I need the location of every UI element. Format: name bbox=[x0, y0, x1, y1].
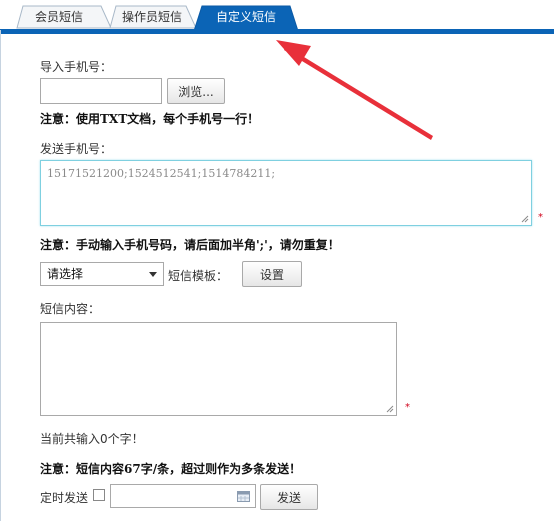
content-label: 短信内容： bbox=[40, 302, 101, 316]
send-note: 注意：手动输入手机号码，请后面加半角';'，请勿重复！ bbox=[40, 238, 340, 252]
browse-button[interactable]: 浏览... bbox=[167, 78, 225, 104]
char-count-text: 当前共输入0个字！ bbox=[40, 432, 144, 446]
schedule-date-input[interactable] bbox=[110, 484, 256, 508]
send-button[interactable]: 发送 bbox=[260, 484, 318, 510]
sms-content-textarea[interactable] bbox=[40, 322, 397, 416]
setup-button[interactable]: 设置 bbox=[242, 261, 302, 287]
file-path-input[interactable] bbox=[40, 78, 162, 104]
schedule-checkbox[interactable] bbox=[93, 489, 105, 501]
phone-numbers-value: 15171521200;1524512541;1514784211; bbox=[47, 167, 276, 180]
phone-required-mark: * bbox=[538, 212, 543, 223]
send-numbers-label: 发送手机号： bbox=[40, 142, 113, 156]
import-note: 注意：使用TXT文档，每个手机号一行！ bbox=[40, 112, 260, 126]
chevron-down-icon bbox=[149, 272, 157, 277]
import-label: 导入手机号： bbox=[40, 60, 113, 74]
content-note: 注意：短信内容67字/条，超过则作为多条发送！ bbox=[40, 462, 302, 476]
resize-handle-icon[interactable] bbox=[386, 405, 394, 413]
template-select[interactable]: 请选择 bbox=[40, 262, 164, 286]
resize-handle-icon[interactable] bbox=[521, 215, 529, 223]
phone-numbers-textarea[interactable]: 15171521200;1524512541;1514784211; bbox=[40, 160, 532, 226]
template-selected-value: 请选择 bbox=[47, 267, 84, 281]
content-required-mark: * bbox=[405, 402, 410, 413]
schedule-label: 定时发送 bbox=[40, 491, 89, 505]
calendar-icon[interactable] bbox=[237, 490, 250, 502]
template-label: 短信模板： bbox=[168, 269, 229, 283]
